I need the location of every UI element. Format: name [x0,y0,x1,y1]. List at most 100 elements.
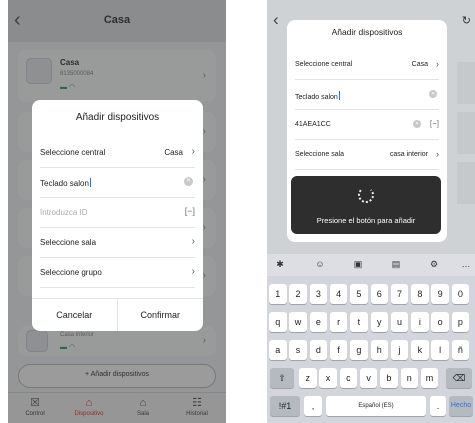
period-key[interactable]: . [430,396,446,416]
shift-key[interactable]: ⇧ [270,368,294,388]
key-2[interactable]: 2 [289,284,307,304]
chevron-left-icon[interactable]: ‹ [273,10,279,30]
select-room-row[interactable]: Seleccione sala casa interior › [295,140,439,170]
key-j[interactable]: j [390,340,409,360]
key-7[interactable]: 7 [390,284,409,304]
select-room-row[interactable]: Seleccione sala › [40,228,195,258]
device-name-value: Teclado salon [295,94,338,101]
chevron-right-icon: › [191,266,195,277]
done-key[interactable]: Hecho [449,396,473,416]
keyboard-settings-icon[interactable]: ✱ [273,259,287,270]
confirm-button[interactable]: Confirmar [118,299,204,331]
backspace-key[interactable]: ⌫ [446,368,472,388]
cancel-button[interactable]: Cancelar [32,299,118,331]
chevron-right-icon: › [436,59,439,69]
sticker-icon[interactable]: ▣ [351,259,365,270]
clear-icon[interactable]: ✕ [184,177,193,186]
key-c[interactable]: c [339,368,358,388]
dialog-title: Añadir dispositivos [331,27,403,37]
device-id-field[interactable]: 41AEA1CC ✕ [−] [295,110,439,140]
key-d[interactable]: d [309,340,328,360]
refresh-icon[interactable]: ↻ [462,14,471,27]
key-6[interactable]: 6 [370,284,388,304]
key-o[interactable]: o [431,312,449,332]
device-name-field[interactable]: Teclado salon ✕ [295,80,439,110]
key-b[interactable]: b [380,368,398,388]
key-ñ[interactable]: ñ [451,340,470,360]
dialog-title: Añadir dispositivos [75,112,160,123]
add-devices-dialog: Añadir dispositivos Seleccione central C… [32,100,203,331]
device-name-value: Teclado salon [40,179,89,188]
space-key[interactable]: Español (ES) [326,396,426,416]
key-q[interactable]: q [269,312,287,332]
key-0[interactable]: 0 [451,284,470,304]
device-name-field[interactable]: Teclado salon ✕ [40,168,195,198]
scan-icon[interactable]: [−] [430,119,439,128]
key-4[interactable]: 4 [329,284,348,304]
clear-icon[interactable]: ✕ [413,120,421,128]
key-e[interactable]: e [309,312,328,332]
select-central-value: Casa [411,61,428,68]
key-p[interactable]: p [451,312,470,332]
text-cursor [338,91,340,100]
select-room-label: Seleccione sala [40,238,97,247]
key-f[interactable]: f [329,340,348,360]
text-cursor [89,178,91,187]
key-8[interactable]: 8 [411,284,429,304]
select-group-row[interactable]: Seleccione grupo › [40,258,195,288]
key-3[interactable]: 3 [309,284,328,304]
chevron-right-icon: › [191,236,195,247]
select-room-label: Seleccione sala [295,151,345,158]
loading-spinner-icon [358,187,374,203]
chevron-right-icon: › [436,149,439,159]
list-item [457,112,475,154]
key-l[interactable]: l [431,340,449,360]
select-room-value: casa interior [389,151,428,158]
device-id-value: 41AEA1CC [295,121,331,128]
more-icon[interactable]: … [459,259,473,269]
key-h[interactable]: h [370,340,388,360]
device-name-input-wrap: Teclado salon [295,91,340,101]
chevron-right-icon: › [191,146,195,157]
key-v[interactable]: v [359,368,378,388]
key-x[interactable]: x [319,368,337,388]
select-group-label: Seleccione grupo [40,268,102,277]
emoji-icon[interactable]: ☺ [313,259,327,269]
list-item [457,62,475,104]
key-m[interactable]: m [420,368,439,388]
comma-key[interactable]: , [304,396,322,416]
key-a[interactable]: a [269,340,287,360]
dialog-actions: Cancelar Confirmar [32,298,203,331]
key-9[interactable]: 9 [431,284,449,304]
clear-icon[interactable]: ✕ [429,90,437,98]
select-central-label: Seleccione central [40,148,106,157]
key-y[interactable]: y [370,312,388,332]
toast-message: Presione el botón para añadir [316,216,416,225]
key-r[interactable]: r [329,312,348,332]
key-z[interactable]: z [299,368,317,388]
scan-icon[interactable]: [−] [185,206,195,216]
right-phone-screen: ‹ ↻ Añadir dispositivos Seleccione centr… [267,0,475,423]
key-n[interactable]: n [400,368,418,388]
key-k[interactable]: k [411,340,429,360]
key-i[interactable]: i [411,312,429,332]
key-1[interactable]: 1 [269,284,287,304]
select-central-value: Casa [164,148,183,157]
select-central-row[interactable]: Seleccione central Casa › [40,138,195,168]
loading-toast: Presione el botón para añadir [291,176,441,234]
gear-icon[interactable]: ⚙ [427,259,441,270]
key-5[interactable]: 5 [350,284,368,304]
key-u[interactable]: u [390,312,409,332]
symbols-key[interactable]: !#1 [270,396,300,416]
clipboard-icon[interactable]: ▤ [389,259,403,270]
key-s[interactable]: s [289,340,307,360]
key-g[interactable]: g [350,340,368,360]
device-id-placeholder: Introduzca ID [40,208,88,217]
key-t[interactable]: t [350,312,368,332]
select-central-row[interactable]: Seleccione central Casa › [295,50,439,80]
on-screen-keyboard: ✱ ☺ ▣ ▤ ⚙ … 1234567890 qwertyuiop asdfghjk… [267,254,475,423]
key-w[interactable]: w [289,312,307,332]
device-name-input-wrap: Teclado salon [40,178,91,188]
device-id-field[interactable]: Introduzca ID [−] [40,198,195,228]
left-phone-screen: ‹ Casa Casa 8135000084 ▬ ◠ › › › › › Cas… [8,0,226,423]
